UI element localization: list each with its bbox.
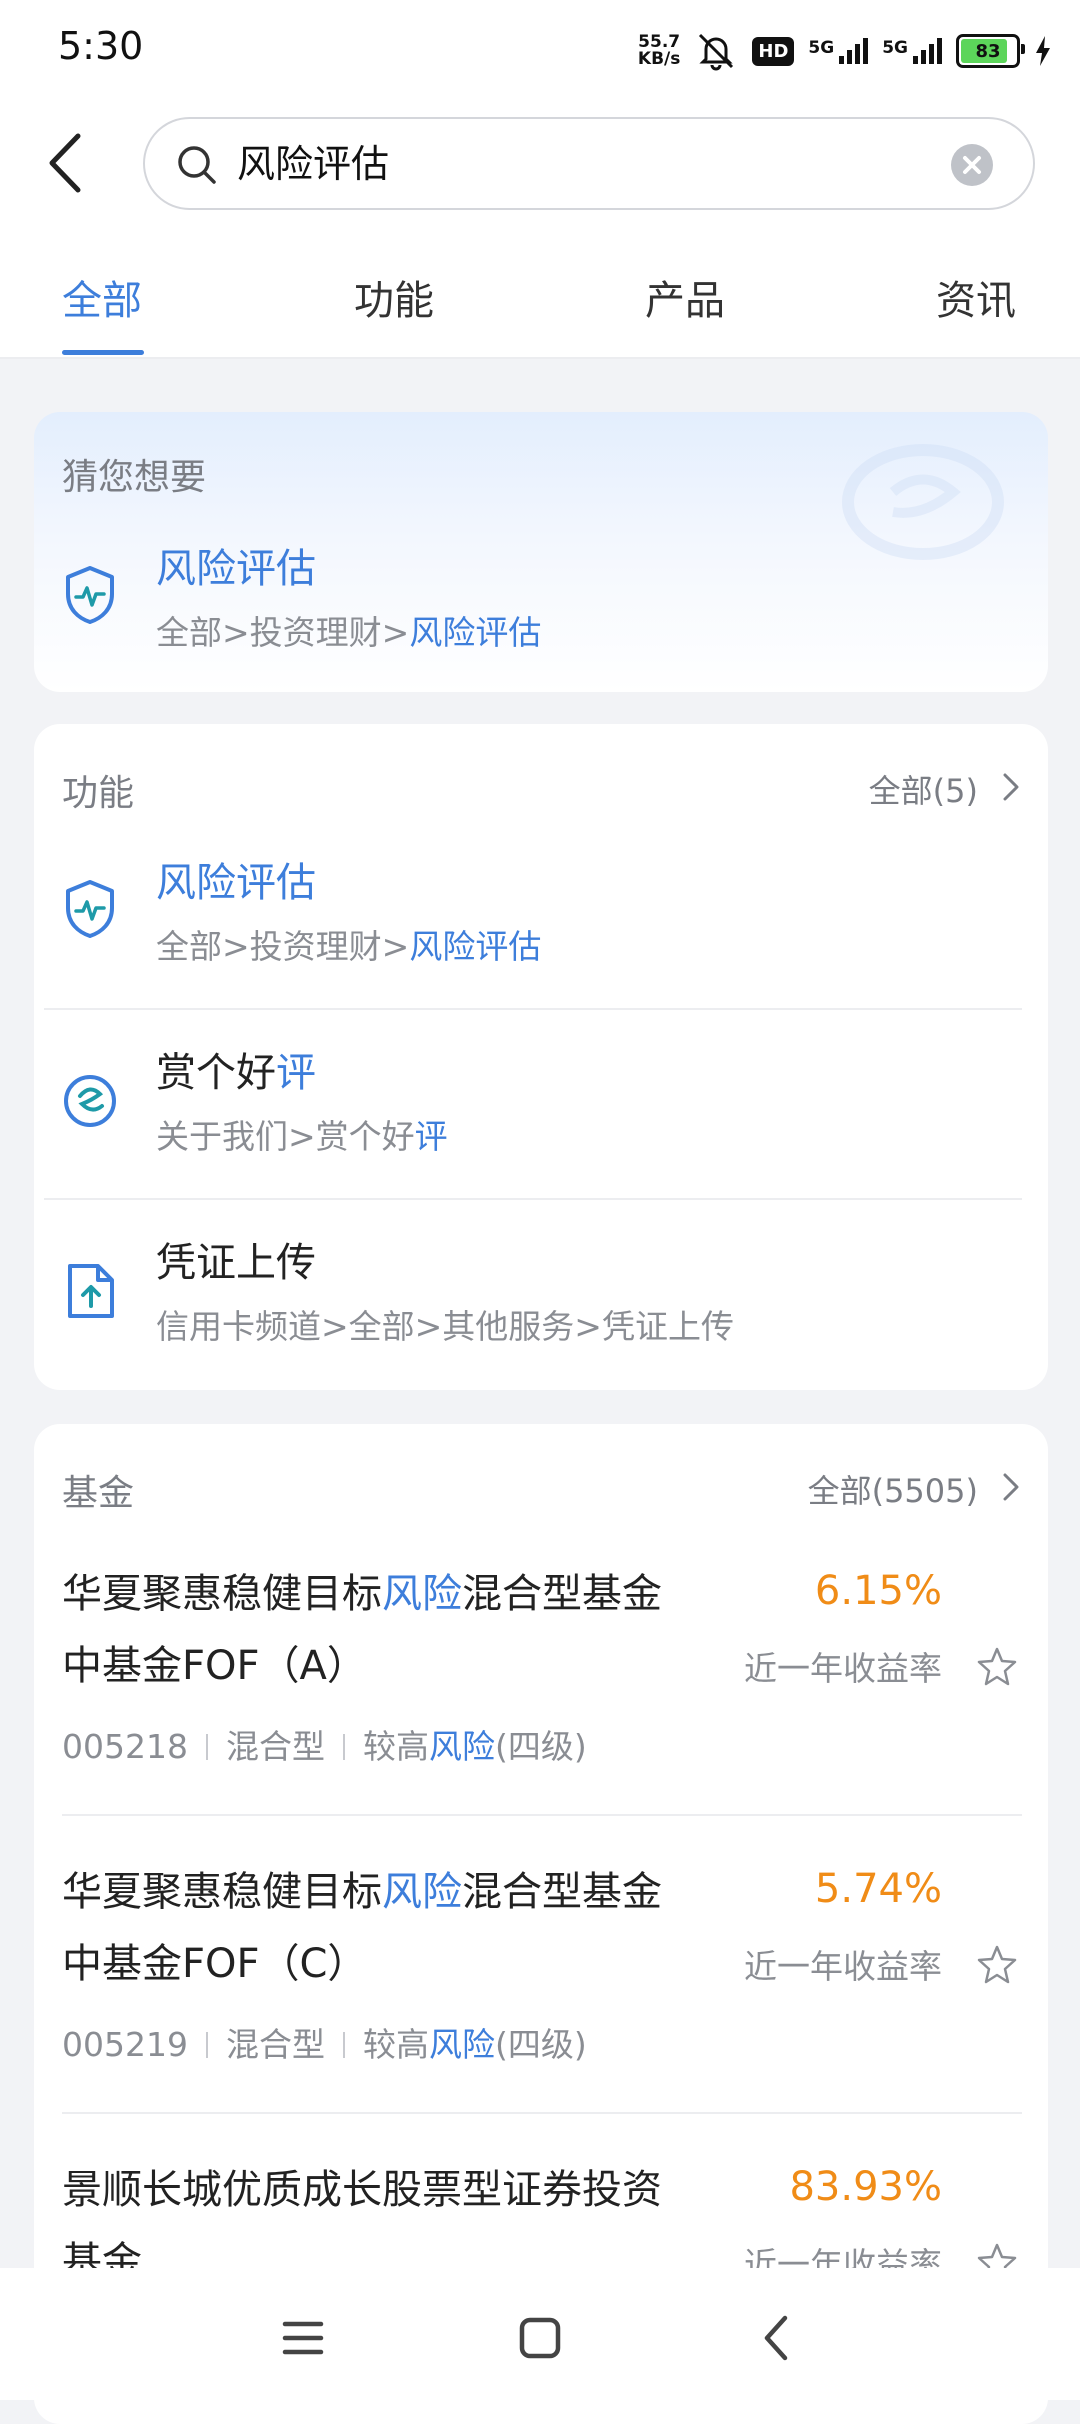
function-item-title: 风险评估 (156, 860, 316, 906)
guess-title: 猜您想要 (62, 457, 207, 498)
fund-rate-label: 近一年收益率 (744, 1649, 942, 1688)
functions-card: 功能 全部(5) 风险评估 全部>投资理财>风险评估 赏个好评 关于我们>赏个好… (34, 724, 1048, 1390)
fund-rate: 83.93% (789, 2164, 942, 2210)
logo-icon (64, 1075, 116, 1127)
function-item-title: 赏个好评 (156, 1050, 316, 1096)
tab-all[interactable]: 全部 (62, 268, 142, 326)
funds-more-link[interactable]: 全部(5505) (808, 1466, 978, 1512)
charging-icon (1036, 36, 1050, 66)
function-item-path: 关于我们>赏个好评 (156, 1117, 448, 1156)
fund-name: 华夏聚惠稳健目标风险混合型基金中基金FOF（A） (62, 1571, 662, 1689)
functions-title: 功能 (62, 773, 135, 814)
status-time: 5:30 (58, 24, 144, 68)
signal-icon: 5G (808, 38, 869, 64)
shield-icon (66, 880, 114, 938)
shield-icon (66, 566, 114, 624)
star-icon[interactable] (976, 1646, 1018, 1688)
function-item-path: 信用卡频道>全部>其他服务>凭证上传 (156, 1307, 734, 1346)
fund-rate: 6.15% (814, 1568, 942, 1614)
tab-indicator (62, 350, 144, 355)
divider (44, 1198, 1022, 1200)
status-icons: 55.7 KB/s HD 5G 5G 83 (638, 26, 1052, 76)
mute-bell-icon (699, 33, 734, 71)
divider (62, 2112, 1022, 2114)
clear-icon[interactable] (951, 144, 993, 186)
funds-title: 基金 (62, 1473, 135, 1514)
status-bar: 5:30 55.7 KB/s HD 5G 5G 83 (0, 0, 1080, 100)
guess-item-title: 风险评估 (156, 546, 316, 592)
home-icon[interactable] (510, 2308, 570, 2368)
signal-icon: 5G (882, 38, 942, 64)
back-button[interactable] (40, 128, 90, 198)
functions-more-link[interactable]: 全部(5) (869, 766, 978, 812)
menu-icon[interactable] (273, 2308, 333, 2368)
hd-badge: HD (752, 36, 795, 66)
chevron-right-icon[interactable] (1000, 770, 1022, 804)
fund-rate: 5.74% (814, 1866, 942, 1912)
fund-rate-label: 近一年收益率 (744, 1947, 942, 1986)
system-nav-bar (0, 2268, 1080, 2400)
search-icon (178, 146, 216, 184)
tab-products[interactable]: 产品 (645, 268, 725, 326)
fund-name: 华夏聚惠稳健目标风险混合型基金中基金FOF（C） (62, 1869, 662, 1987)
search-query: 风险评估 (237, 142, 390, 186)
guess-item-path: 全部>投资理财>风险评估 (156, 613, 542, 652)
back-nav-icon[interactable] (747, 2308, 807, 2368)
battery-icon: 83 (956, 34, 1025, 68)
search-input[interactable]: 风险评估 (143, 117, 1035, 210)
star-icon[interactable] (976, 1944, 1018, 1986)
function-item-title: 凭证上传 (156, 1240, 316, 1286)
guess-card: 猜您想要 风险评估 全部>投资理财>风险评估 (34, 412, 1048, 692)
divider (44, 1008, 1022, 1010)
logo-watermark-icon (842, 444, 1004, 560)
divider (62, 1814, 1022, 1816)
upload-document-icon (68, 1264, 114, 1318)
chevron-right-icon[interactable] (1000, 1470, 1022, 1504)
function-item-path: 全部>投资理财>风险评估 (156, 927, 542, 966)
fund-meta: 005218 混合型 较高风险(四级) (62, 1727, 587, 1766)
chevron-left-icon (49, 133, 81, 193)
tab-functions[interactable]: 功能 (354, 268, 434, 326)
tab-news[interactable]: 资讯 (936, 268, 1016, 326)
network-speed: 55.7 KB/s (637, 32, 681, 69)
fund-meta: 005219 混合型 较高风险(四级) (62, 2025, 587, 2064)
